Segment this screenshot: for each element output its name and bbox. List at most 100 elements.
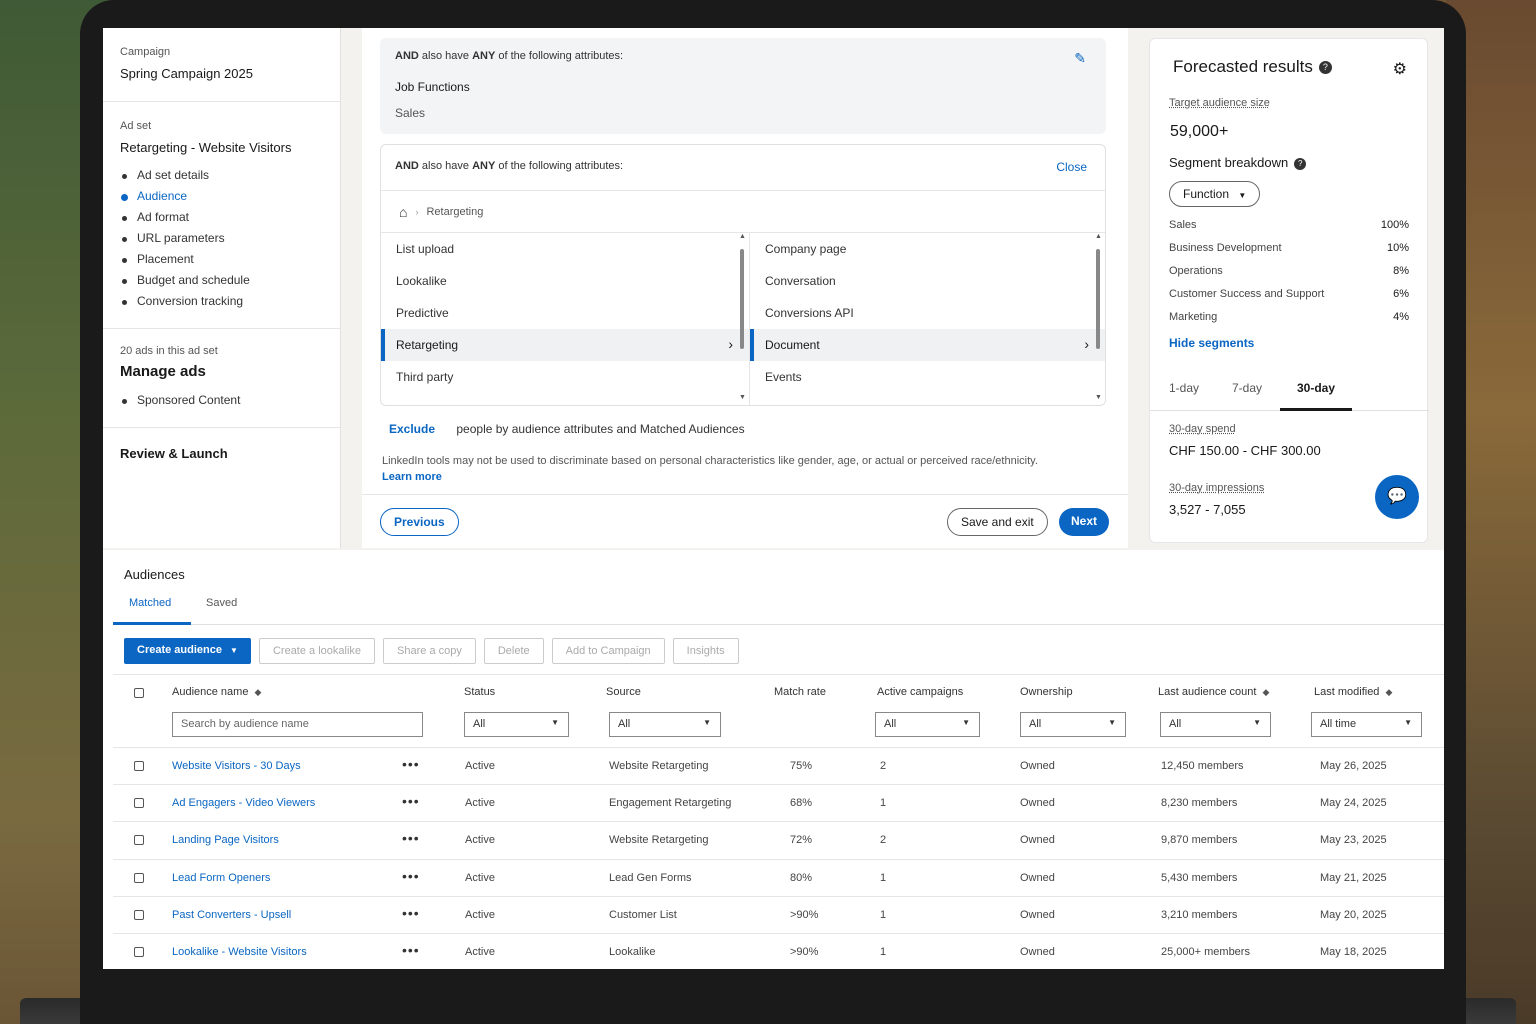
help-icon[interactable]: ?	[1318, 61, 1332, 74]
category-item[interactable]: Lookalike	[381, 265, 749, 297]
forecast-tab-30-day[interactable]: 30-day	[1297, 381, 1335, 395]
home-icon[interactable]: ⌂	[399, 204, 407, 220]
create-lookalike-button[interactable]: Create a lookalike	[258, 638, 376, 664]
hide-segments-link[interactable]: Hide segments	[1169, 336, 1254, 350]
learn-more-link[interactable]: Learn more	[382, 471, 442, 483]
category-item[interactable]: List upload	[381, 233, 749, 265]
left-scrollbar[interactable]: ▲ ▼	[739, 233, 746, 401]
table-row: Lookalike - Website Visitors Active Lookal…	[113, 934, 1444, 969]
segment-percent: 4%	[1393, 311, 1409, 323]
subcategory-item[interactable]: Events	[750, 361, 1105, 393]
more-actions-icon[interactable]: •••	[402, 756, 420, 772]
segment-row: Customer Success and Support 6%	[1169, 288, 1409, 300]
row-checkbox[interactable]	[134, 946, 144, 957]
search-input[interactable]: Search by audience name	[172, 712, 423, 737]
table-row: Landing Page Visitors Active Website Retar…	[113, 822, 1444, 860]
more-actions-icon[interactable]: •••	[402, 793, 420, 809]
row-checkbox[interactable]	[134, 761, 144, 771]
audience-name-link[interactable]: Past Converters - Upsell	[172, 909, 291, 921]
audience-name-link[interactable]: Website Visitors - 30 Days	[172, 760, 301, 772]
forecast-tab-1-day[interactable]: 1-day	[1169, 381, 1199, 395]
ownership-filter[interactable]: All ▼	[1020, 712, 1126, 737]
segment-name: Customer Success and Support	[1169, 288, 1325, 300]
save-exit-button[interactable]: Save and exit	[947, 508, 1048, 536]
row-checkbox[interactable]	[134, 909, 144, 920]
subcategory-item[interactable]: Company page	[750, 233, 1105, 265]
sort-icon: ◆	[1262, 687, 1270, 697]
next-button[interactable]: Next	[1059, 508, 1110, 536]
col-audience-name[interactable]: Audience name ◆	[172, 686, 261, 698]
share-copy-button[interactable]: Share a copy	[383, 638, 476, 664]
modified-filter[interactable]: All time ▼	[1311, 712, 1422, 737]
tab-saved[interactable]: Saved	[206, 597, 237, 609]
subcategory-item-label: Events	[764, 370, 802, 384]
sidebar-step-item[interactable]: Placement	[120, 249, 323, 270]
audience-name-link[interactable]: Lead Form Openers	[172, 872, 270, 884]
close-picker-link[interactable]: Close	[1056, 160, 1087, 174]
row-checkbox[interactable]	[134, 798, 144, 809]
caret-down-icon: ▼	[1108, 718, 1116, 727]
source-filter[interactable]: All ▼	[609, 712, 721, 737]
status-filter[interactable]: All ▼	[464, 712, 569, 737]
right-scrollbar[interactable]: ▲ ▼	[1095, 233, 1102, 401]
audience-count-cell: 5,430 members	[1161, 871, 1238, 884]
audience-name-link[interactable]: Lookalike - Website Visitors	[172, 946, 307, 958]
more-actions-icon[interactable]: •••	[402, 942, 420, 958]
review-launch-link[interactable]: Review & Launch	[103, 428, 340, 479]
subcategory-item[interactable]: Conversions API	[750, 297, 1105, 329]
subcategory-item[interactable]: Document ›	[749, 329, 1105, 361]
exclude-link[interactable]: Exclude	[389, 422, 435, 436]
active-campaigns-cell: 2	[880, 834, 887, 847]
sidebar-step-item[interactable]: Ad set details	[120, 165, 323, 186]
edit-pencil-icon[interactable]: ✎	[1074, 50, 1086, 67]
ad-type-item[interactable]: Sponsored Content	[120, 390, 323, 411]
row-checkbox[interactable]	[134, 872, 144, 883]
delete-button[interactable]: Delete	[483, 638, 544, 664]
campaign-name[interactable]: Spring Campaign 2025	[120, 66, 323, 81]
segment-help-icon[interactable]: ?	[1294, 158, 1307, 170]
category-item[interactable]: Retargeting ›	[381, 329, 749, 361]
adset-name[interactable]: Retargeting - Website Visitors	[120, 140, 323, 155]
more-actions-icon[interactable]: •••	[402, 868, 420, 884]
function-dropdown[interactable]: Function ▼	[1169, 181, 1261, 207]
insights-button[interactable]: Insights	[672, 638, 739, 664]
manage-ads-title[interactable]: Manage ads	[120, 363, 323, 380]
audience-name-link[interactable]: Landing Page Visitors	[172, 834, 279, 846]
sidebar-step-item[interactable]: URL parameters	[120, 228, 323, 249]
job-function-attribute-card: AND also have ANY of the following attri…	[380, 38, 1106, 134]
segment-name: Business Development	[1169, 242, 1282, 254]
col-last-count[interactable]: Last audience count ◆	[1158, 686, 1269, 698]
more-actions-icon[interactable]: •••	[402, 905, 420, 921]
sidebar-step-item[interactable]: Ad format	[120, 207, 323, 228]
category-item[interactable]: Predictive	[381, 297, 749, 329]
chat-bubble-icon[interactable]: 💬	[1375, 475, 1419, 519]
row-checkbox[interactable]	[134, 835, 144, 846]
sidebar-step-item[interactable]: Conversion tracking	[120, 291, 323, 312]
category-item[interactable]: Third party	[381, 361, 749, 393]
more-actions-icon[interactable]: •••	[402, 830, 420, 846]
audience-name-link[interactable]: Ad Engagers - Video Viewers	[172, 797, 315, 809]
segment-row: Business Development 10%	[1169, 242, 1409, 254]
gear-icon[interactable]: ⚙	[1393, 59, 1407, 79]
select-all-checkbox[interactable]	[134, 688, 144, 698]
active-campaigns-filter[interactable]: All ▼	[875, 712, 980, 737]
facet-name: Job Functions	[395, 80, 470, 94]
count-filter[interactable]: All ▼	[1160, 712, 1271, 737]
caret-down-icon: ▼	[551, 718, 559, 727]
sidebar-step-item[interactable]: Audience	[120, 186, 323, 207]
category-item-label: Retargeting	[396, 338, 459, 352]
caret-down-icon: ▼	[1238, 191, 1247, 200]
audiences-section: Audiences Matched Saved Create audience …	[103, 550, 1444, 969]
ownership-cell: Owned	[1020, 760, 1055, 772]
subcategory-item[interactable]: Conversation	[750, 265, 1105, 297]
previous-button[interactable]: Previous	[380, 508, 459, 536]
source-cell: Lookalike	[609, 945, 656, 958]
forecast-panel: Forecasted results? ⚙ Target audience si…	[1149, 38, 1429, 543]
col-last-modified[interactable]: Last modified ◆	[1314, 686, 1392, 698]
tab-matched[interactable]: Matched	[129, 597, 171, 609]
target-audience-label: Target audience size	[1169, 97, 1270, 109]
create-audience-button[interactable]: Create audience ▼	[124, 638, 251, 664]
sidebar-step-item[interactable]: Budget and schedule	[120, 270, 323, 291]
forecast-tab-7-day[interactable]: 7-day	[1232, 381, 1262, 395]
add-to-campaign-button[interactable]: Add to Campaign	[551, 638, 665, 664]
